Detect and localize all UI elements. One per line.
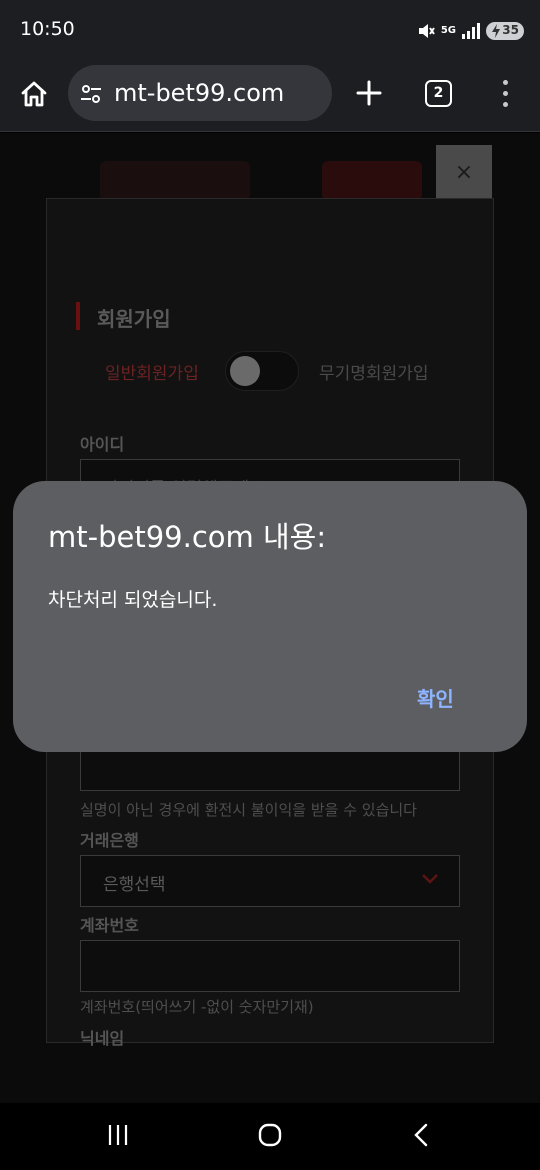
home-icon[interactable]: [18, 78, 50, 110]
account-note: 계좌번호(띄어쓰기 -없이 숫자만기재): [80, 998, 314, 1016]
bank-selected-value: 은행선택: [103, 875, 166, 895]
url-text: mt-bet99.com: [114, 79, 285, 107]
account-label: 계좌번호: [80, 916, 139, 935]
option-anonymous-signup[interactable]: 무기명회원가입: [319, 359, 428, 384]
status-bar: 10:50 5G 35: [0, 0, 540, 60]
url-bar[interactable]: mt-bet99.com: [68, 65, 332, 121]
home-circle-icon[interactable]: [258, 1123, 282, 1147]
browser-toolbar: mt-bet99.com 2: [0, 60, 540, 132]
toggle-knob: [230, 356, 260, 386]
system-nav-bar: [0, 1103, 540, 1170]
id-label: 아이디: [80, 435, 125, 454]
dialog-message: 차단처리 되었습니다.: [48, 589, 218, 611]
dialog-title: mt-bet99.com 내용:: [48, 520, 327, 554]
background-button: [322, 161, 422, 201]
chevron-down-icon: [422, 874, 438, 884]
form-title: 회원가입: [97, 307, 171, 331]
bank-select[interactable]: 은행선택: [80, 855, 460, 907]
bank-label: 거래은행: [80, 831, 139, 850]
status-icons: 5G 35: [417, 20, 524, 42]
ok-button[interactable]: 확인: [409, 679, 462, 716]
signup-type-toggle[interactable]: [225, 351, 299, 391]
name-note: 실명이 아닌 경우에 환전시 불이익을 받을 수 있습니다: [80, 801, 417, 819]
signal-icon: [462, 23, 480, 39]
network-type-label: 5G: [440, 25, 456, 36]
more-menu-icon[interactable]: [496, 80, 516, 108]
recent-apps-icon[interactable]: [106, 1123, 130, 1147]
tabs-icon[interactable]: 2: [425, 80, 452, 107]
battery-charging-icon: 35: [486, 22, 524, 40]
account-input[interactable]: [80, 940, 460, 992]
new-tab-icon[interactable]: [355, 79, 383, 107]
back-icon[interactable]: [410, 1123, 434, 1147]
alert-dialog: mt-bet99.com 내용: 차단처리 되었습니다. 확인: [13, 481, 527, 752]
mute-icon: [418, 24, 435, 38]
option-normal-signup[interactable]: 일반회원가입: [105, 359, 199, 384]
nickname-label: 닉네임: [80, 1029, 125, 1048]
status-time: 10:50: [20, 18, 75, 40]
site-settings-icon[interactable]: [80, 83, 102, 105]
title-accent-bar: [76, 302, 80, 330]
background-banner: [100, 161, 250, 201]
battery-level: 35: [502, 23, 519, 37]
close-button[interactable]: ×: [436, 145, 492, 201]
